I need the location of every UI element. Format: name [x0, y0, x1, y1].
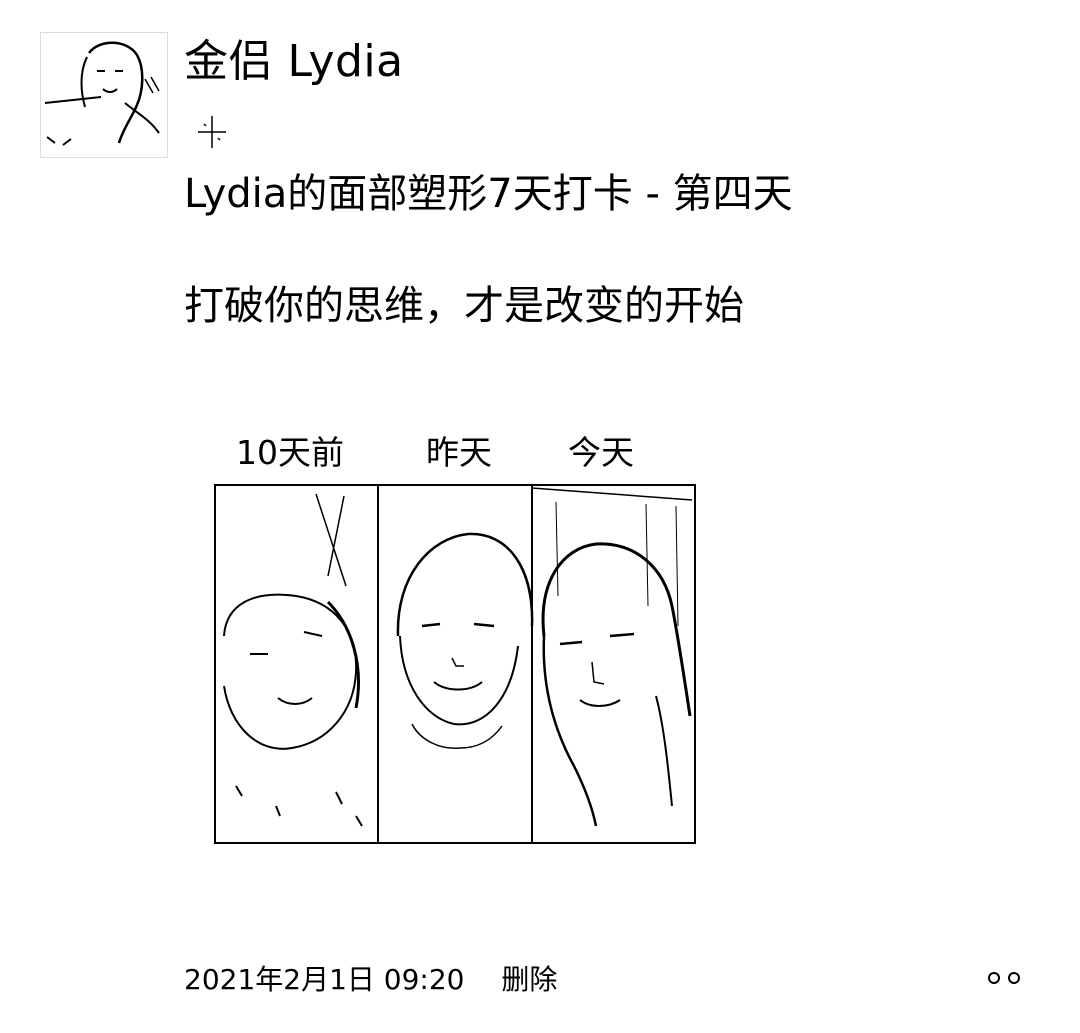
post-timestamp: 2021年2月1日 09:20	[184, 963, 465, 996]
post-content: Lydia的面部塑形7天打卡 - 第四天 打破你的思维，才是改变的开始	[184, 164, 1044, 336]
photo-label-today: 今天	[568, 433, 634, 472]
more-options-icon[interactable]	[984, 962, 1028, 992]
post-photo-block: 10天前 昨天 今天	[214, 418, 696, 844]
photo-labels: 10天前 昨天 今天	[214, 418, 694, 474]
avatar[interactable]	[40, 32, 168, 158]
photo-label-10-days-ago: 10天前	[236, 433, 344, 472]
delete-button[interactable]: 删除	[501, 963, 557, 996]
more-options-dot	[1008, 972, 1020, 984]
photo-label-yesterday: 昨天	[426, 433, 492, 472]
avatar-photo	[44, 41, 160, 146]
post-subtitle: 打破你的思维，才是改变的开始	[184, 283, 744, 329]
post-footer: 2021年2月1日 09:20 删除	[184, 958, 557, 1002]
more-options-dot	[988, 972, 1000, 984]
post-title: Lydia的面部塑形7天打卡 - 第四天	[184, 171, 793, 217]
sparkle-icon	[192, 112, 232, 152]
comparison-photo[interactable]	[214, 484, 696, 844]
author-name[interactable]: 金侣 Lydia	[184, 32, 404, 92]
